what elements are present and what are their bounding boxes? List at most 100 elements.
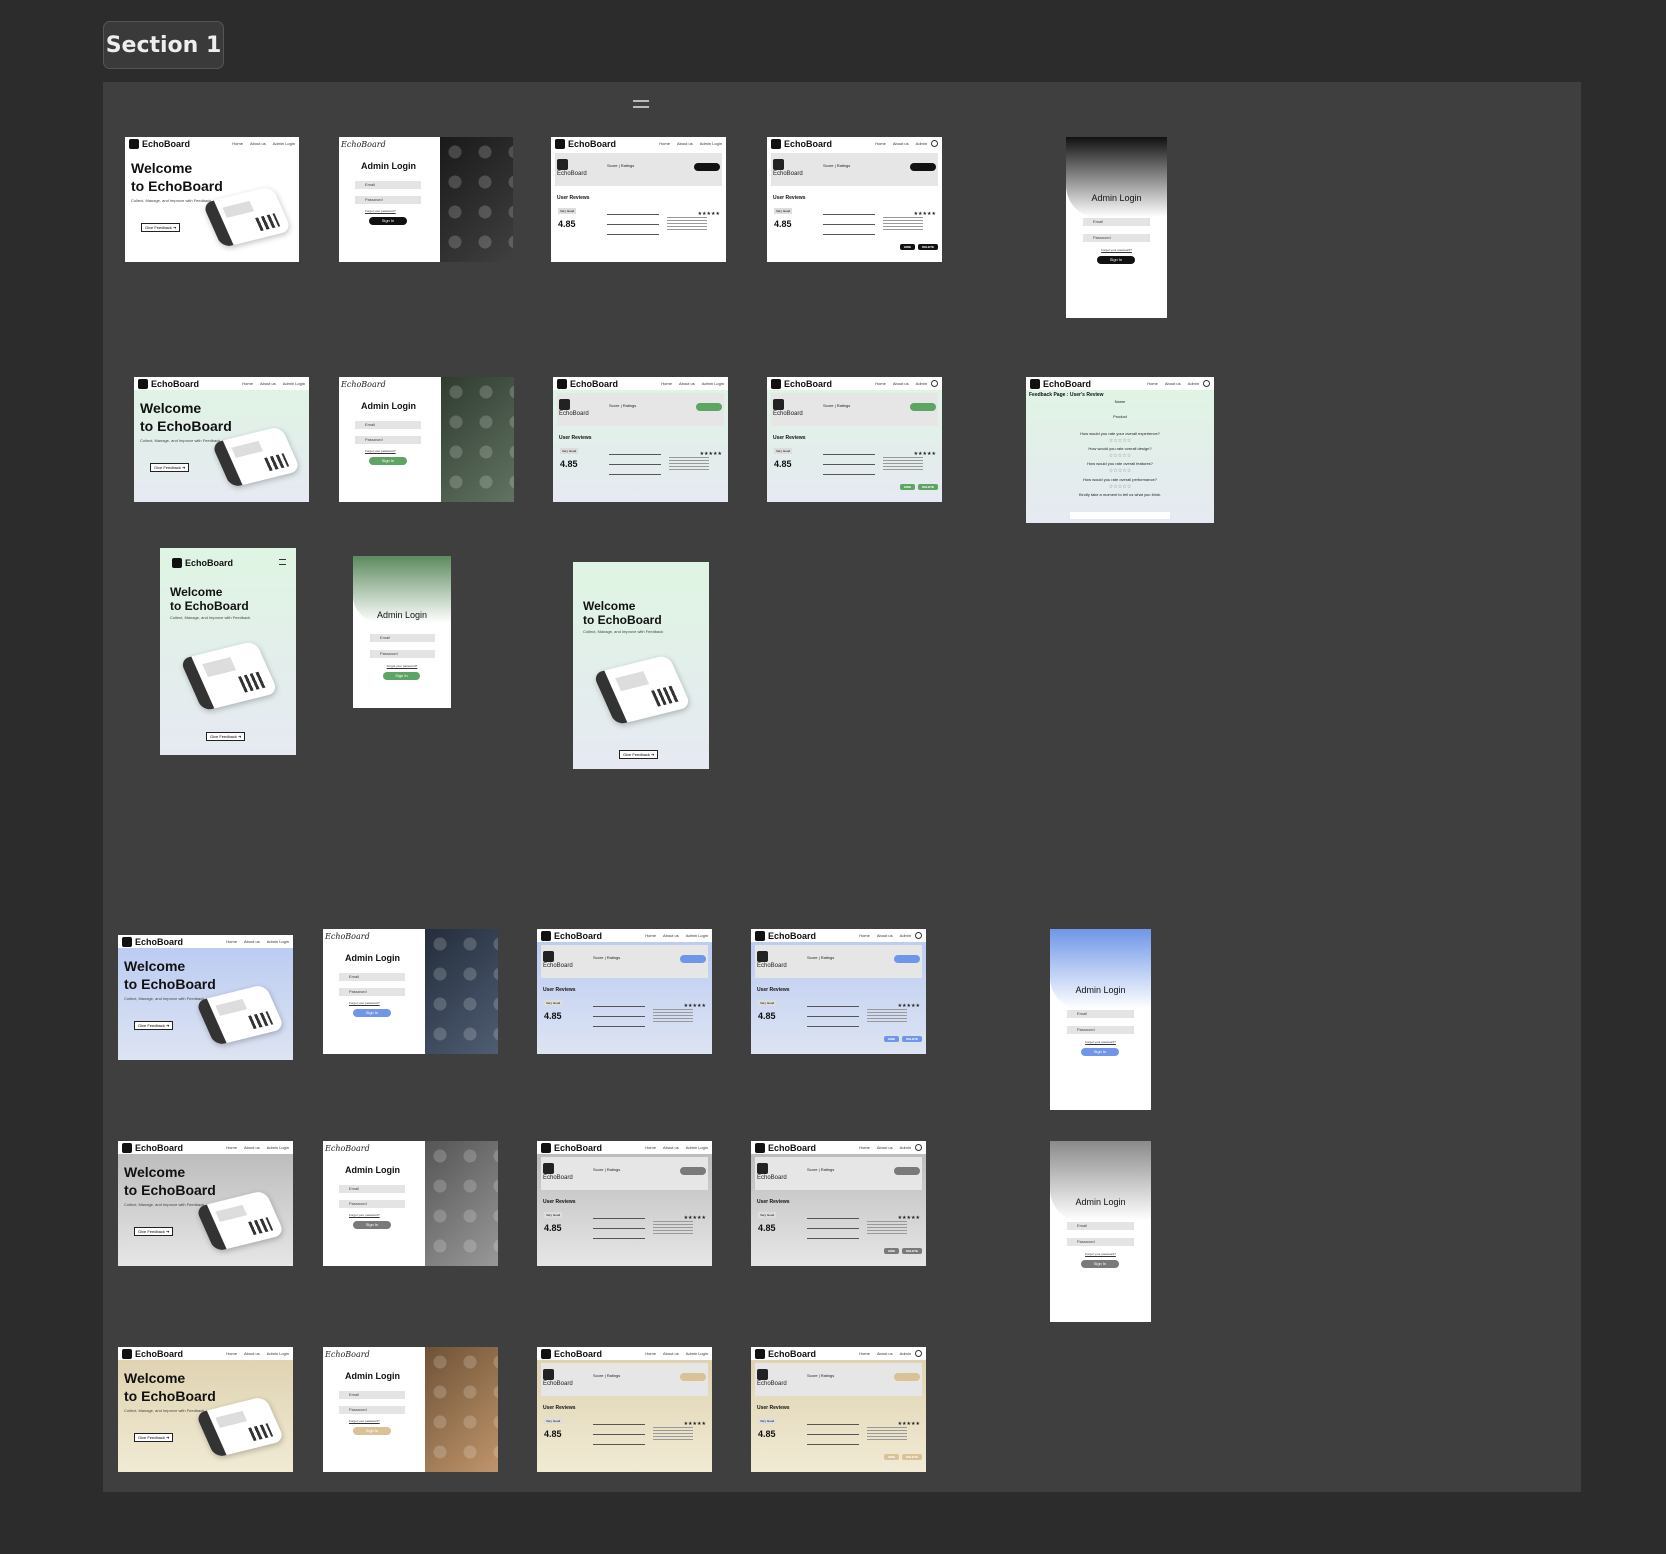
nav-home-link[interactable]: Home — [875, 141, 886, 146]
screen-frame-dashAdmin[interactable]: EchoBoard Home About us Admin EchoBoard Score… — [767, 137, 942, 262]
user-avatar-icon[interactable] — [915, 932, 922, 939]
nav-about-link[interactable]: About us — [663, 1145, 679, 1150]
forgot-password-link[interactable]: Forgot your password? — [1050, 1252, 1151, 1256]
user-avatar-icon[interactable] — [915, 1144, 922, 1151]
screen-frame-login[interactable]: EchoBoard Admin Login Email Password Forgot … — [339, 377, 514, 502]
nav-about-link[interactable]: About us — [663, 933, 679, 938]
nav-home-link[interactable]: Home — [226, 1351, 237, 1356]
star-rating-input[interactable]: ☆☆☆☆☆ — [1026, 453, 1214, 459]
section-label[interactable]: Section 1 — [103, 21, 224, 69]
email-field[interactable]: Email — [339, 1391, 405, 1399]
nav-about-link[interactable]: About us — [877, 1145, 893, 1150]
action-pill-button[interactable] — [910, 403, 936, 411]
menu-icon[interactable] — [279, 559, 286, 565]
nav-admin-link[interactable]: Admin Login — [702, 381, 724, 386]
delete-button[interactable]: DELETE — [902, 1248, 922, 1254]
email-field[interactable]: Email — [1067, 1222, 1134, 1230]
forgot-password-link[interactable]: Forgot your password? — [349, 1213, 380, 1217]
nav-home-link[interactable]: Home — [659, 141, 670, 146]
give-feedback-button[interactable]: Give Feedback ➔ — [134, 1021, 174, 1030]
password-field[interactable]: Password — [339, 988, 405, 996]
screen-frame-mlanding[interactable]: Welcome to EchoBoard Collect, Manage, and … — [573, 562, 709, 769]
screen-frame-dashAdmin[interactable]: EchoBoard Home About us Admin EchoBoard Score… — [751, 929, 926, 1054]
email-field[interactable]: Email — [355, 421, 421, 429]
user-avatar-icon[interactable] — [1203, 380, 1210, 387]
delete-button[interactable]: DELETE — [918, 484, 938, 490]
hide-button[interactable]: HIDE — [883, 1454, 900, 1460]
screen-frame-landing[interactable]: EchoBoard Home About us Admin Login Welcome t… — [125, 137, 299, 262]
give-feedback-button[interactable]: Give Feedback ➔ — [619, 750, 659, 759]
screen-frame-dash[interactable]: EchoBoard Home About us Admin Login EchoBoar… — [537, 929, 712, 1054]
nav-home-link[interactable]: Home — [859, 933, 870, 938]
user-avatar-icon[interactable] — [931, 380, 938, 387]
nav-home-link[interactable]: Home — [875, 381, 886, 386]
nav-admin-link[interactable]: Admin — [1188, 381, 1199, 386]
feedback-textarea[interactable] — [1070, 512, 1170, 519]
screen-frame-landing[interactable]: EchoBoard Home About us Admin Login Welcome t… — [118, 1141, 293, 1266]
password-field[interactable]: Password — [1067, 1026, 1134, 1034]
nav-home-link[interactable]: Home — [859, 1145, 870, 1150]
logo-icon[interactable] — [138, 378, 148, 389]
sign-in-button[interactable]: Sign In — [383, 672, 420, 680]
sign-in-button[interactable]: Sign In — [369, 457, 407, 465]
password-field[interactable]: Password — [339, 1200, 405, 1208]
nav-admin-link[interactable]: Admin — [900, 933, 911, 938]
sign-in-button[interactable]: Sign In — [353, 1009, 391, 1017]
logo-icon[interactable] — [755, 930, 765, 941]
password-field[interactable]: Password — [339, 1406, 405, 1414]
nav-home-link[interactable]: Home — [226, 939, 237, 944]
screen-frame-dash[interactable]: EchoBoard Home About us Admin Login EchoBoar… — [537, 1141, 712, 1266]
screen-frame-landing[interactable]: EchoBoard Home About us Admin Login Welcome t… — [118, 935, 293, 1060]
sign-in-button[interactable]: Sign In — [1081, 1260, 1119, 1268]
action-pill-button[interactable] — [894, 1167, 920, 1175]
give-feedback-button[interactable]: Give Feedback ➔ — [206, 732, 246, 741]
screen-frame-landing[interactable]: EchoBoard Home About us Admin Login Welcome t… — [134, 377, 309, 502]
nav-home-link[interactable]: Home — [242, 381, 253, 386]
nav-admin-link[interactable]: Admin — [916, 381, 927, 386]
action-pill-button[interactable] — [680, 955, 706, 963]
email-field[interactable]: Email — [339, 1185, 405, 1193]
logo-icon[interactable] — [129, 138, 139, 149]
give-feedback-button[interactable]: Give Feedback ➔ — [134, 1227, 174, 1236]
delete-button[interactable]: DELETE — [918, 244, 938, 250]
nav-admin-link[interactable]: Admin Login — [267, 1351, 289, 1356]
action-pill-button[interactable] — [696, 403, 722, 411]
screen-frame-login[interactable]: EchoBoard Admin Login Email Password Forgot … — [323, 1347, 498, 1472]
nav-about-link[interactable]: About us — [877, 1351, 893, 1356]
nav-admin-link[interactable]: Admin Login — [267, 939, 289, 944]
logo-icon[interactable] — [755, 1348, 765, 1359]
logo-icon[interactable] — [755, 1142, 765, 1153]
logo-icon[interactable] — [122, 936, 132, 947]
drag-handle-icon[interactable] — [633, 100, 649, 108]
logo-icon[interactable] — [1030, 378, 1040, 389]
user-avatar-icon[interactable] — [915, 1350, 922, 1357]
forgot-password-link[interactable]: Forgot your password? — [1050, 1040, 1151, 1044]
nav-home-link[interactable]: Home — [226, 1145, 237, 1150]
delete-button[interactable]: DELETE — [902, 1454, 922, 1460]
email-field[interactable]: Email — [370, 634, 435, 642]
screen-frame-landing[interactable]: EchoBoard Home About us Admin Login Welcome t… — [118, 1347, 293, 1472]
email-field[interactable]: Email — [1083, 218, 1150, 226]
nav-about-link[interactable]: About us — [663, 1351, 679, 1356]
nav-about-link[interactable]: About us — [244, 939, 260, 944]
give-feedback-button[interactable]: Give Feedback ➔ — [150, 463, 190, 472]
nav-about-link[interactable]: About us — [893, 381, 909, 386]
sign-in-button[interactable]: Sign In — [369, 217, 407, 225]
product-select[interactable]: Product — [1026, 414, 1214, 419]
nav-about-link[interactable]: About us — [244, 1351, 260, 1356]
action-pill-button[interactable] — [910, 163, 936, 171]
action-pill-button[interactable] — [894, 1373, 920, 1381]
nav-admin-link[interactable]: Admin Login — [686, 933, 708, 938]
action-pill-button[interactable] — [694, 163, 720, 171]
star-rating-input[interactable]: ☆☆☆☆☆ — [1026, 438, 1214, 444]
nav-admin-link[interactable]: Admin — [900, 1351, 911, 1356]
screen-frame-feedback[interactable]: EchoBoard Home About us Admin Feedback Page … — [1026, 377, 1214, 523]
nav-about-link[interactable]: About us — [877, 933, 893, 938]
screen-frame-dashAdmin[interactable]: EchoBoard Home About us Admin EchoBoard Score… — [767, 377, 942, 502]
nav-admin-link[interactable]: Admin Login — [283, 381, 305, 386]
give-feedback-button[interactable]: Give Feedback ➔ — [141, 223, 181, 232]
logo-icon[interactable] — [557, 378, 567, 389]
screen-frame-login[interactable]: EchoBoard Admin Login Email Password Forgot … — [339, 137, 513, 262]
logo-icon[interactable] — [771, 138, 781, 149]
sign-in-button[interactable]: Sign In — [1081, 1048, 1119, 1056]
